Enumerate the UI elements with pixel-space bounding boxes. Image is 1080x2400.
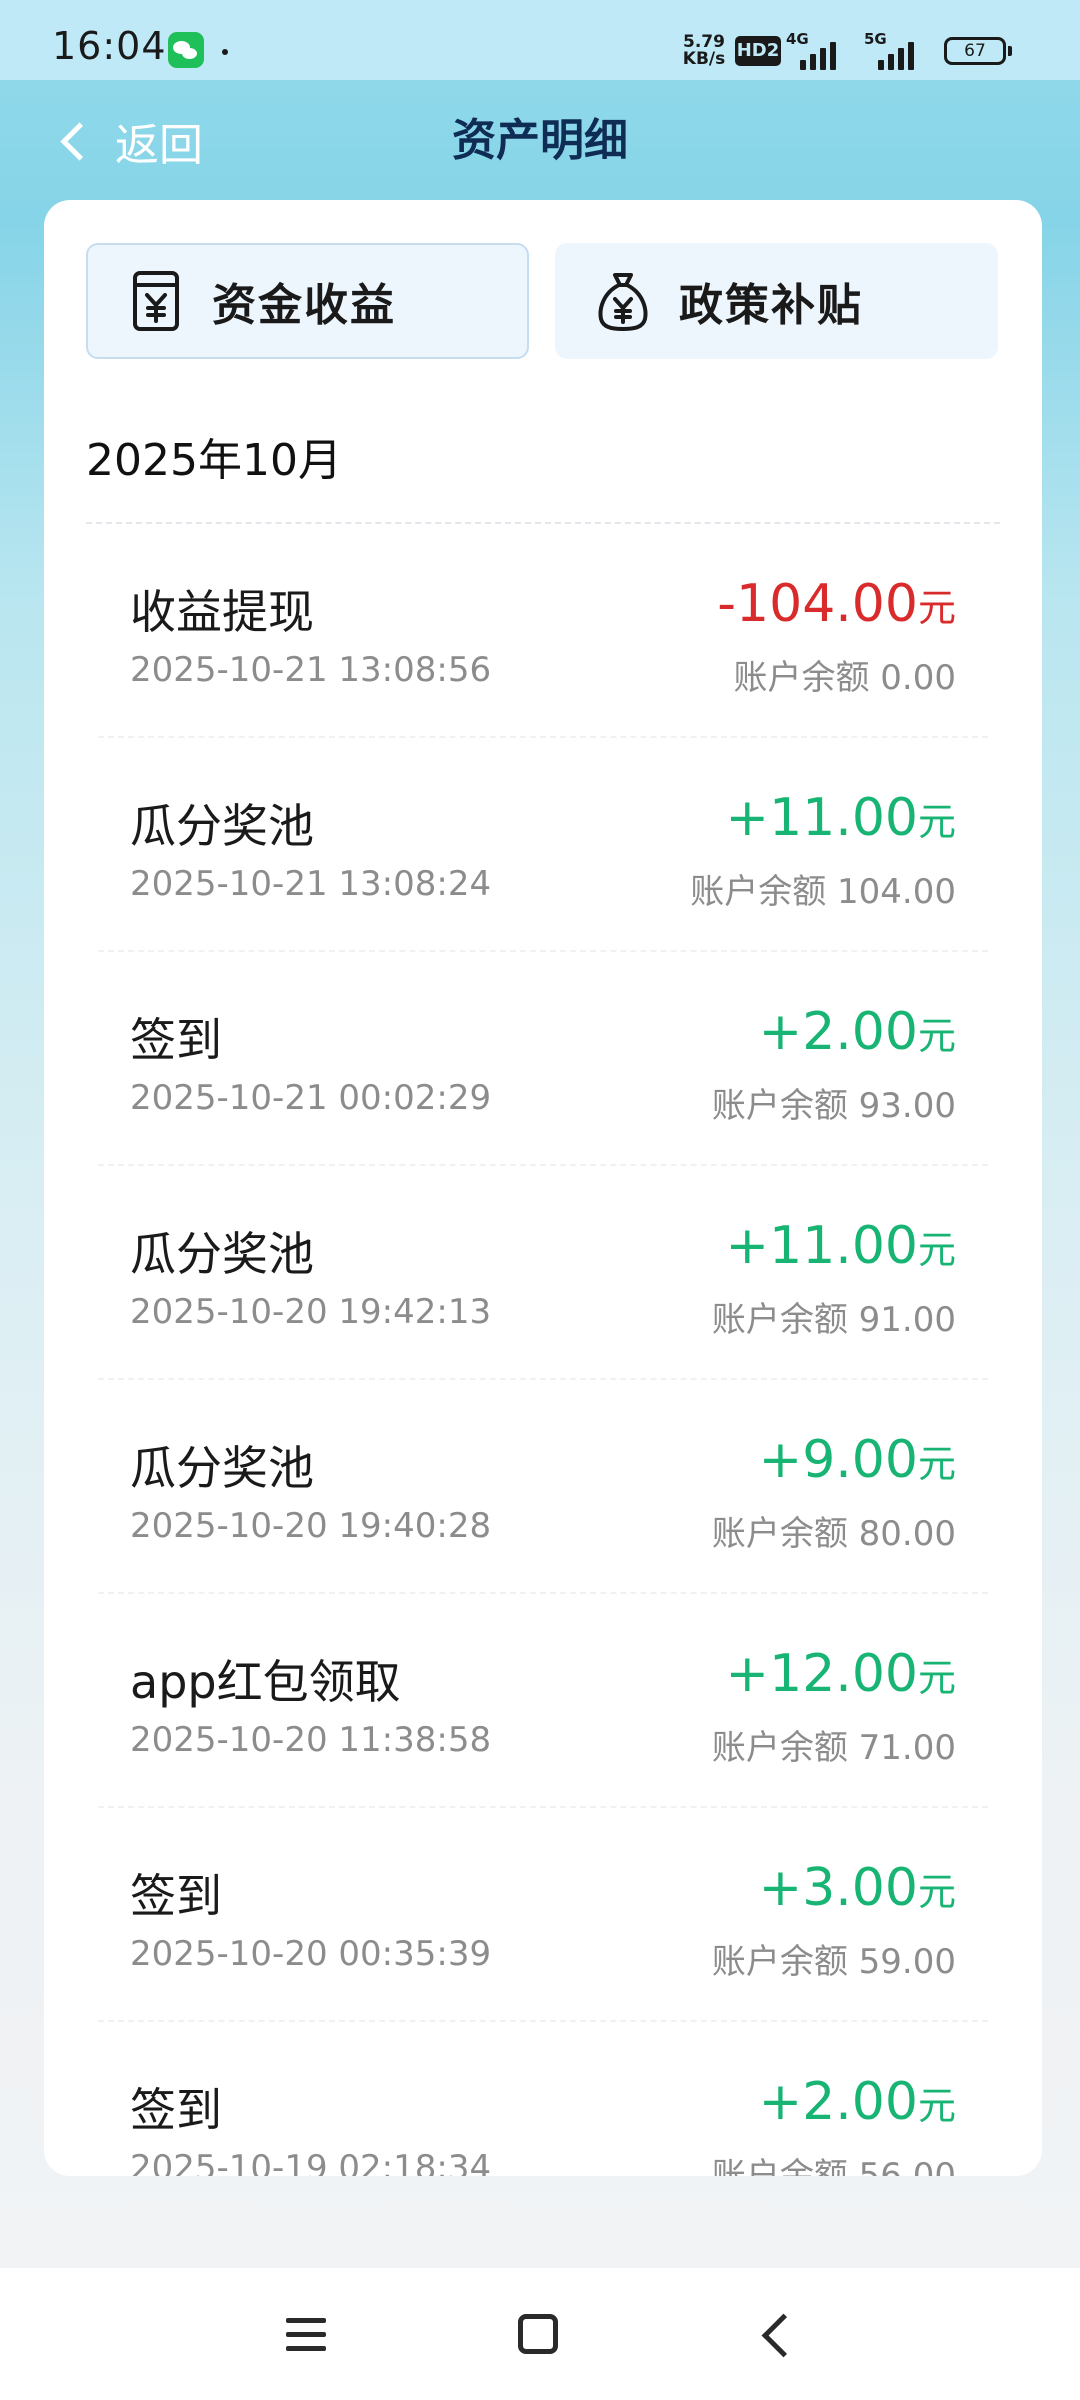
account-balance: 账户余额 91.00 (711, 1300, 956, 1340)
month-label: 2025年10月 (86, 435, 342, 486)
transaction-time: 2025-10-19 02:18:34 (130, 2148, 492, 2176)
status-time: 16:04 (52, 24, 167, 68)
list-item[interactable]: 签到 2025-10-19 02:18:34 +2.00元账户余额 56.00 (98, 2022, 988, 2176)
transaction-title: 签到 (130, 2083, 222, 2137)
list-item[interactable]: 收益提现 2025-10-21 13:08:56 -104.00元账户余额 0.00 (98, 524, 988, 738)
amount-value: +11.00 (725, 788, 918, 848)
transaction-amount: +9.00元 (759, 1430, 956, 1490)
amount-value: +12.00 (725, 1644, 918, 1704)
transaction-amount: +11.00元 (726, 1216, 956, 1276)
transaction-title: 签到 (130, 1013, 222, 1067)
tab-label: 政策补贴 (679, 280, 863, 331)
account-balance: 账户余额 59.00 (711, 1942, 956, 1982)
account-balance: 账户余额 104.00 (690, 872, 956, 912)
transaction-time: 2025-10-21 13:08:24 (130, 864, 492, 904)
asset-detail-card: 资金收益 政策补贴 2025年10月 收益提现 2025-10-21 13:08:… (44, 200, 1042, 2176)
transaction-title: app红包领取 (130, 1655, 401, 1709)
transaction-title: 收益提现 (130, 585, 314, 639)
tab-label: 资金收益 (212, 280, 396, 331)
wechat-icon (168, 32, 204, 68)
transaction-amount: +2.00元 (759, 2072, 956, 2132)
account-balance: 账户余额 0.00 (733, 658, 956, 698)
yuan-receipt-icon (133, 271, 179, 331)
amount-unit: 元 (917, 2084, 956, 2128)
transaction-amount: +3.00元 (759, 1858, 956, 1918)
transaction-time: 2025-10-21 00:02:29 (130, 1078, 492, 1118)
transaction-amount: +12.00元 (726, 1644, 956, 1704)
list-item[interactable]: 瓜分奖池 2025-10-20 19:42:13 +11.00元账户余额 91.00 (98, 1166, 988, 1380)
list-item[interactable]: 签到 2025-10-21 00:02:29 +2.00元账户余额 93.00 (98, 952, 988, 1166)
transaction-time: 2025-10-21 13:08:56 (130, 650, 492, 690)
account-balance: 账户余额 80.00 (711, 1514, 956, 1554)
home-button[interactable] (518, 2314, 558, 2354)
net-speed-unit: KB/s (682, 49, 726, 69)
transaction-list: 收益提现 2025-10-21 13:08:56 -104.00元 账户余额 0.00… (44, 524, 1042, 2176)
account-balance: 账户余额 71.00 (711, 1728, 956, 1768)
transaction-amount: -104.00元 (717, 574, 956, 634)
list-item[interactable]: 签到 2025-10-20 00:35:39 +3.00元账户余额 59.00 (98, 1808, 988, 2022)
amount-value: +9.00 (758, 1430, 918, 1490)
list-item[interactable]: 瓜分奖池 2025-10-20 19:40:28 +9.00元账户余额 80.00 (98, 1380, 988, 1594)
amount-unit: 元 (917, 1228, 956, 1272)
amount-value: +2.00 (758, 2072, 918, 2132)
transaction-title: 签到 (130, 1869, 222, 1923)
transaction-time: 2025-10-20 19:40:28 (130, 1506, 492, 1546)
transaction-title: 瓜分奖池 (130, 799, 314, 853)
amount-unit: 元 (917, 1014, 956, 1058)
transaction-amount: +11.00元 (726, 788, 956, 848)
amount-unit: 元 (917, 800, 956, 844)
transaction-time: 2025-10-20 00:35:39 (130, 1934, 492, 1974)
battery-level: 67 (964, 41, 986, 61)
transaction-title: 瓜分奖池 (130, 1441, 314, 1495)
navigation-bar (0, 2268, 1080, 2400)
amount-value: +11.00 (725, 1216, 918, 1276)
account-balance: 账户余额 56.00 (711, 2156, 956, 2176)
list-item[interactable]: 瓜分奖池 2025-10-21 13:08:24 +11.00元账户余额 104.0… (98, 738, 988, 952)
amount-value: -104.00 (717, 574, 918, 634)
transaction-time: 2025-10-20 19:42:13 (130, 1292, 492, 1332)
hd-badge: HD2 (735, 36, 781, 66)
back-button[interactable]: 返回 (56, 108, 203, 174)
list-item[interactable]: app红包领取 2025-10-20 11:38:58 +12.00元账户余额 71… (98, 1594, 988, 1808)
back-nav-button[interactable] (761, 2313, 806, 2358)
menu-button[interactable] (286, 2318, 326, 2352)
amount-value: +3.00 (758, 1858, 918, 1918)
status-bar: 16:04 5.79 KB/s HD2 4G 5G 67 (0, 0, 1080, 80)
net-speed: 5.79 KB/s (678, 34, 730, 68)
amount-unit: 元 (917, 1656, 956, 1700)
chevron-left-icon (60, 121, 99, 161)
battery-icon: 67 (944, 37, 1012, 65)
money-bag-icon (598, 273, 648, 331)
transaction-title: 瓜分奖池 (130, 1227, 314, 1281)
tab-policy-subsidy[interactable]: 政策补贴 (555, 243, 998, 359)
amount-unit: 元 (917, 1870, 956, 1914)
back-label: 返回 (115, 120, 203, 171)
notification-dot (222, 49, 228, 55)
amount-unit: 元 (917, 586, 956, 630)
transaction-amount: +2.00元 (759, 1002, 956, 1062)
account-balance: 账户余额 93.00 (711, 1086, 956, 1126)
amount-unit: 元 (917, 1442, 956, 1486)
amount-value: +2.00 (758, 1002, 918, 1062)
transaction-time: 2025-10-20 11:38:58 (130, 1720, 492, 1760)
tab-fund-income[interactable]: 资金收益 (86, 243, 529, 359)
